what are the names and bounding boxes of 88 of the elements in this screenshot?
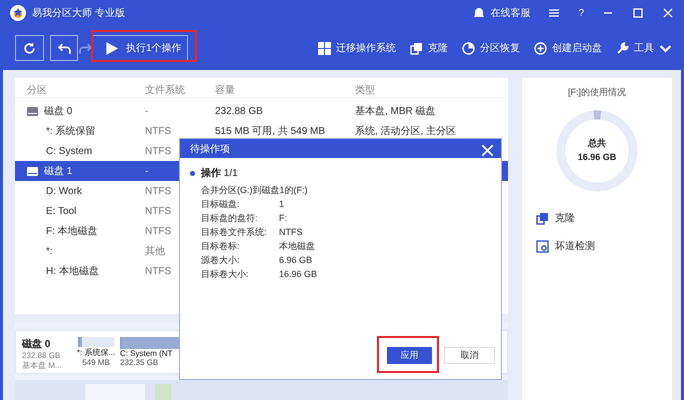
table-cell-text: F: 本地磁盘 bbox=[46, 224, 98, 238]
operation-summary: 合并分区(G:)到磁盘1的(F:) bbox=[200, 185, 308, 196]
disk-type: 基本盘 M... bbox=[22, 360, 63, 371]
table-cell: NTFS bbox=[145, 266, 172, 276]
field-value: 1 bbox=[279, 199, 284, 210]
magnifier-square-icon bbox=[536, 240, 549, 252]
table-cell: NTFS bbox=[145, 126, 172, 136]
toolbar-button[interactable]: 分区恢复 bbox=[462, 41, 520, 55]
disk-name: 磁盘 0 bbox=[22, 338, 52, 351]
usage-title: [F:]的使用情况 bbox=[568, 86, 626, 99]
clone-icon bbox=[536, 212, 549, 224]
cancel-button[interactable]: 取消 bbox=[444, 347, 495, 364]
field-label: 目标盘的盘符: bbox=[201, 213, 259, 224]
app-logo-icon bbox=[10, 5, 26, 21]
table-cell: 基本盘, MBR 磁盘 bbox=[355, 106, 436, 117]
column-header: 类型 bbox=[355, 84, 376, 96]
pie-icon bbox=[462, 42, 475, 54]
partition-size: 549 MB bbox=[82, 358, 110, 367]
field-label: 目标卷标: bbox=[201, 241, 241, 252]
table-cell: NTFS bbox=[145, 146, 172, 156]
table-cell-text: H: 本地磁盘 bbox=[46, 264, 99, 278]
bell-icon bbox=[473, 7, 486, 19]
table-cell: *: bbox=[46, 246, 53, 256]
table-cell-text: *: 系统保留 bbox=[46, 124, 96, 138]
clone-icon bbox=[410, 42, 423, 54]
toolbar-button[interactable]: 创建启动盘 bbox=[534, 41, 602, 55]
bullet-dot bbox=[190, 170, 195, 176]
toolbar-button[interactable]: 克隆 bbox=[410, 41, 448, 55]
plus-circle-icon bbox=[534, 42, 547, 54]
undo-button[interactable] bbox=[50, 35, 78, 61]
maximize-icon[interactable] bbox=[632, 7, 644, 19]
side-action[interactable]: 克隆 bbox=[536, 211, 658, 225]
dialog-title: 待操作项 bbox=[190, 142, 230, 156]
partition-label: C: System (NT bbox=[120, 349, 172, 358]
field-value: F: bbox=[279, 213, 287, 224]
close-icon[interactable] bbox=[662, 7, 674, 19]
field-label: 目标卷文件系统: bbox=[201, 227, 268, 238]
menu-icon[interactable] bbox=[548, 7, 560, 19]
table-cell: NTFS bbox=[145, 206, 172, 216]
execute-button[interactable]: 执行1个操作 bbox=[92, 35, 188, 61]
play-icon bbox=[105, 42, 118, 54]
undo-arrow-icon bbox=[58, 42, 70, 54]
partition-label: *: 系统保... bbox=[76, 347, 116, 358]
table-row[interactable]: *: 系统保留 NTFS 515 MB 可用, 共 549 MB 系统, 活动分区, 主分区 bbox=[15, 121, 508, 141]
field-value: NTFS bbox=[279, 227, 302, 238]
close-icon bbox=[481, 144, 494, 156]
table-cell: NTFS bbox=[145, 186, 172, 196]
field-label: 目标卷大小: bbox=[201, 269, 250, 280]
field-value: 6.96 GB bbox=[279, 255, 312, 266]
column-header: 文件系统 bbox=[145, 84, 186, 96]
table-cell-text: 其他 bbox=[145, 244, 165, 258]
table-cell: 515 MB 可用, 共 549 MB bbox=[215, 126, 326, 137]
table-cell: 系统, 活动分区, 主分区 bbox=[355, 126, 456, 137]
table-cell-text: 磁盘 0 bbox=[44, 105, 72, 118]
field-value: 16.96 GB bbox=[279, 269, 318, 280]
table-cell: 232.88 GB bbox=[215, 106, 263, 116]
total-label: 总共 bbox=[588, 137, 606, 150]
windows-logo-icon bbox=[318, 42, 331, 54]
support-link[interactable]: 在线客服 bbox=[473, 6, 530, 20]
total-value: 16.96 GB bbox=[578, 152, 616, 162]
apply-button[interactable]: 应用 bbox=[387, 347, 432, 364]
wrench-icon bbox=[616, 42, 629, 54]
refresh-icon bbox=[23, 42, 36, 54]
disk-size: 232.88 GB bbox=[22, 351, 62, 360]
table-cell: D: Work bbox=[46, 186, 82, 196]
table-cell: - bbox=[145, 106, 148, 116]
table-row[interactable]: 磁盘 0 - 232.88 GB 基本盘, MBR 磁盘 bbox=[15, 101, 508, 121]
close-button[interactable] bbox=[481, 144, 491, 154]
table-cell: E: Tool bbox=[46, 206, 76, 216]
table-cell: NTFS bbox=[145, 226, 172, 236]
table-cell: - bbox=[145, 166, 148, 176]
field-label: 目标磁盘: bbox=[201, 199, 241, 210]
table-cell-text: 磁盘 1 bbox=[44, 165, 72, 178]
refresh-button[interactable] bbox=[15, 35, 44, 61]
window-title: 易我分区大师 专业版 bbox=[32, 6, 125, 20]
field-label: 源卷大小: bbox=[201, 255, 241, 266]
redo-arrow-icon bbox=[78, 42, 92, 54]
column-header: 分区 bbox=[26, 84, 48, 96]
column-header: 容量 bbox=[215, 84, 236, 96]
toolbar-button[interactable]: 迁移操作系统 bbox=[318, 41, 396, 55]
partition-bar bbox=[155, 384, 171, 400]
toolbar-button[interactable]: 工具 bbox=[616, 41, 672, 55]
partition-size: 232.35 GB bbox=[120, 358, 158, 367]
side-action[interactable]: 坏道检测 bbox=[536, 239, 658, 253]
field-value: 本地磁盘 bbox=[279, 241, 315, 252]
operation-heading: 操作 1/1 bbox=[201, 166, 238, 180]
help-button[interactable]: ? bbox=[578, 8, 584, 18]
table-cell: C: System bbox=[46, 146, 92, 156]
